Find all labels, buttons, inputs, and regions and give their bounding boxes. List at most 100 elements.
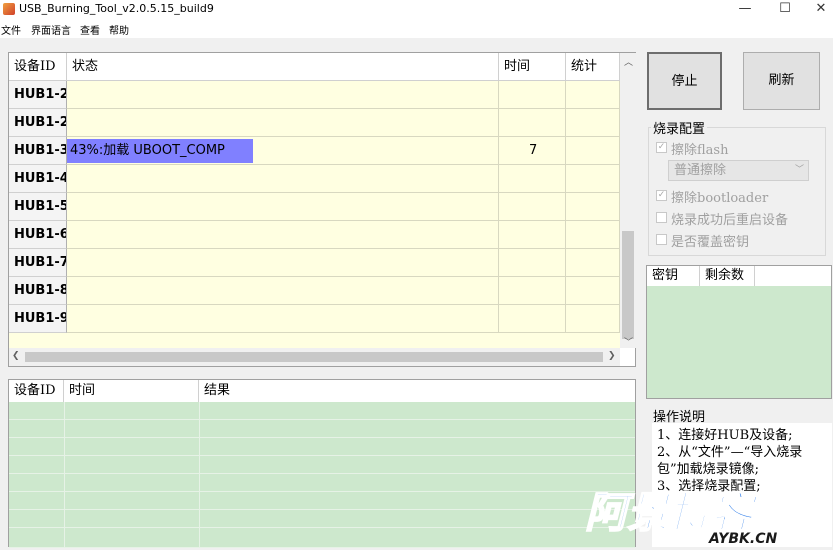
scroll-right-arrow-icon[interactable]: ❯: [608, 351, 616, 361]
time-cell: [499, 109, 566, 137]
app-icon: [3, 3, 15, 15]
scroll-up-arrow-icon[interactable]: ︿: [624, 55, 633, 68]
stats-cell: [566, 305, 620, 333]
device-id-cell: HUB1-2:: [9, 81, 67, 109]
result-row: [9, 492, 635, 510]
result-row: [9, 402, 635, 420]
watermark-logo: 阿景博客 AYBK.CN: [583, 483, 833, 547]
instruction-line: 2、从“文件”—“导入烧录: [657, 445, 803, 460]
time-cell: [499, 81, 566, 109]
time-cell: [499, 165, 566, 193]
status-cell: [67, 109, 499, 137]
overwrite-key-checkbox[interactable]: [656, 234, 667, 245]
column-header-device-id[interactable]: 设备ID: [9, 53, 67, 81]
status-cell: [67, 277, 499, 305]
key-table[interactable]: 密钥 剩余数: [646, 265, 832, 399]
result-row: [9, 420, 635, 438]
burn-config-title: 烧录配置: [651, 118, 708, 137]
erase-bootloader-checkbox[interactable]: ✓: [656, 190, 667, 201]
status-cell: [67, 221, 499, 249]
status-cell: 43%:加载 UBOOT_COMP: [67, 137, 499, 165]
horizontal-scrollbar[interactable]: ❮ ❯: [9, 348, 620, 366]
column-header-status[interactable]: 状态: [67, 53, 499, 81]
status-cell: [67, 165, 499, 193]
result-row: [9, 528, 635, 548]
result-row: [9, 510, 635, 528]
status-cell: [67, 305, 499, 333]
window-title: USB_Burning_Tool_v2.0.5.15_build9: [19, 2, 214, 15]
stats-cell: [566, 165, 620, 193]
menu-file[interactable]: 文件: [1, 22, 21, 37]
device-id-cell: HUB1-4: [9, 165, 67, 193]
column-divider: [199, 402, 200, 548]
column-header-time[interactable]: 时间: [64, 380, 199, 402]
device-id-cell: HUB1-8: [9, 277, 67, 305]
stats-cell: [566, 193, 620, 221]
chevron-down-icon: ﹀: [794, 165, 804, 175]
stats-cell: [566, 277, 620, 305]
device-id-cell: HUB1-6: [9, 221, 67, 249]
result-row: [9, 474, 635, 492]
status-progress-bar: 43%:加载 UBOOT_COMP: [67, 139, 253, 163]
time-cell: 7: [499, 137, 566, 165]
result-row: [9, 456, 635, 474]
time-cell: [499, 305, 566, 333]
stats-cell: [566, 81, 620, 109]
instruction-line: 包”加载烧录镜像;: [657, 462, 760, 477]
menu-view[interactable]: 查看: [80, 22, 100, 37]
table-filler: [9, 333, 620, 348]
refresh-button[interactable]: 刷新: [743, 52, 820, 110]
erase-bootloader-label: 擦除bootloader: [671, 191, 769, 206]
key-table-header: 密钥 剩余数: [647, 266, 831, 286]
status-cell: [67, 81, 499, 109]
erase-mode-value: 普通擦除: [674, 163, 727, 178]
watermark-sub-text: AYBK.CN: [708, 531, 777, 547]
device-id-cell: HUB1-3: [9, 137, 67, 165]
status-cell: [67, 193, 499, 221]
stats-cell: [566, 137, 620, 165]
device-table[interactable]: 设备ID 状态 时间 统计 HUB1-2: HUB1-24 HUB1-3 43%…: [8, 52, 636, 367]
status-cell: [67, 249, 499, 277]
column-divider: [64, 402, 65, 548]
reboot-after-checkbox[interactable]: [656, 212, 667, 223]
time-cell: [499, 221, 566, 249]
stats-cell: [566, 109, 620, 137]
erase-flash-label: 擦除flash: [671, 143, 729, 158]
stop-button[interactable]: 停止: [647, 52, 722, 110]
time-cell: [499, 193, 566, 221]
stats-cell: [566, 249, 620, 277]
stats-cell: [566, 221, 620, 249]
result-row: [9, 438, 635, 456]
column-header-key[interactable]: 密钥: [647, 266, 700, 286]
erase-flash-checkbox[interactable]: ✓: [656, 142, 667, 153]
menu-language[interactable]: 界面语言: [31, 22, 71, 37]
device-id-cell: HUB1-7: [9, 249, 67, 277]
column-header-time[interactable]: 时间: [499, 53, 566, 81]
scroll-down-arrow-icon[interactable]: ﹀: [624, 335, 633, 348]
horizontal-scroll-thumb[interactable]: [25, 352, 603, 362]
result-table[interactable]: 设备ID 时间 结果: [8, 379, 636, 548]
menu-help[interactable]: 帮助: [109, 22, 129, 37]
vertical-scrollbar[interactable]: ︿ ﹀: [620, 53, 636, 348]
device-id-cell: HUB1-5: [9, 193, 67, 221]
watermark-main-text: 阿景博客: [585, 488, 759, 537]
device-id-cell: HUB1-9: [9, 305, 67, 333]
erase-mode-select[interactable]: 普通擦除 ﹀: [668, 160, 809, 181]
title-bar: USB_Burning_Tool_v2.0.5.15_build9 — ☐ ✕: [0, 0, 833, 20]
scroll-left-arrow-icon[interactable]: ❮: [12, 351, 20, 361]
minimize-button[interactable]: —: [725, 0, 765, 20]
column-header-stats[interactable]: 统计: [566, 53, 620, 81]
instruction-line: 1、连接好HUB及设备;: [657, 428, 793, 443]
column-header-result[interactable]: 结果: [199, 380, 635, 402]
time-cell: [499, 249, 566, 277]
maximize-button[interactable]: ☐: [765, 0, 805, 20]
time-cell: [499, 277, 566, 305]
reboot-after-label: 烧录成功后重启设备: [671, 213, 789, 228]
column-header-device-id[interactable]: 设备ID: [9, 380, 64, 402]
menu-bar: 文件 界面语言 查看 帮助: [0, 20, 833, 38]
column-header-remaining[interactable]: 剩余数: [700, 266, 755, 286]
close-button[interactable]: ✕: [801, 0, 833, 20]
device-id-cell: HUB1-24: [9, 109, 67, 137]
vertical-scroll-thumb[interactable]: [622, 231, 634, 339]
overwrite-key-label: 是否覆盖密钥: [671, 235, 750, 250]
